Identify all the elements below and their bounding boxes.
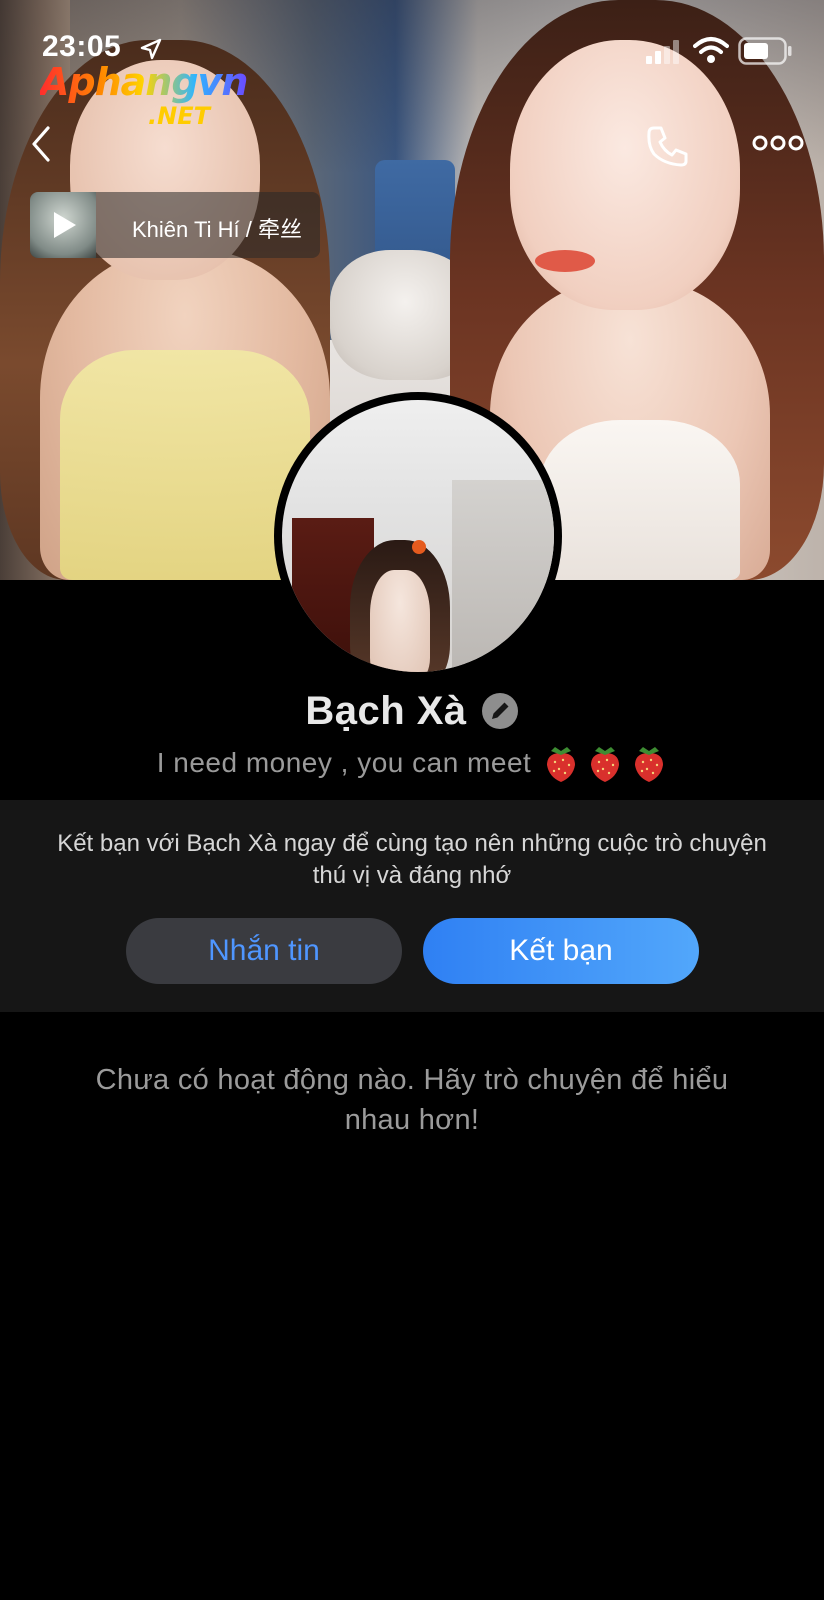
play-icon[interactable] bbox=[50, 210, 78, 240]
profile-name-row: Bạch Xà bbox=[0, 683, 824, 739]
profile-avatar[interactable] bbox=[274, 392, 562, 680]
location-arrow-icon bbox=[140, 38, 162, 60]
bio-text: I need money , you can meet bbox=[156, 747, 532, 778]
strawberry-icon bbox=[591, 747, 620, 782]
status-time: 23:05 bbox=[42, 30, 122, 63]
cellular-signal-icon bbox=[646, 40, 679, 64]
profile-screen: 23:05 Aphangvn .NET Khiên Ti Hí / 牵丝 Bạc… bbox=[0, 0, 824, 1600]
watermark-logo: Aphangvn .NET bbox=[40, 60, 300, 140]
add-friend-button[interactable]: Kết bạn bbox=[423, 918, 699, 984]
edit-pencil-icon[interactable] bbox=[481, 692, 519, 730]
profile-name: Bạch Xà bbox=[305, 688, 467, 733]
music-title: Khiên Ti Hí / 牵丝 bbox=[132, 217, 302, 242]
add-friend-card: Kết bạn với Bạch Xà ngay để cùng tạo nên… bbox=[0, 800, 824, 1012]
profile-music-player[interactable]: Khiên Ti Hí / 牵丝 bbox=[30, 192, 320, 258]
watermark-suffix: .NET bbox=[148, 102, 210, 130]
call-button[interactable] bbox=[644, 122, 692, 170]
message-button[interactable]: Nhắn tin bbox=[126, 918, 402, 984]
watermark-brand: Aphangvn bbox=[40, 60, 248, 104]
wifi-icon bbox=[693, 37, 729, 63]
activity-empty-state: Chưa có hoạt động nào. Hãy trò chuyện để… bbox=[95, 1064, 729, 1136]
add-friend-prompt: Kết bạn với Bạch Xà ngay để cùng tạo nên… bbox=[57, 830, 767, 889]
bio-emojis bbox=[543, 743, 667, 783]
cover-lips bbox=[535, 250, 595, 272]
profile-bio: I need money , you can meet bbox=[0, 740, 824, 786]
back-button[interactable] bbox=[24, 122, 64, 166]
strawberry-icon bbox=[547, 747, 576, 782]
battery-icon bbox=[738, 37, 792, 65]
strawberry-icon bbox=[635, 747, 664, 782]
more-options-button[interactable] bbox=[752, 128, 804, 158]
